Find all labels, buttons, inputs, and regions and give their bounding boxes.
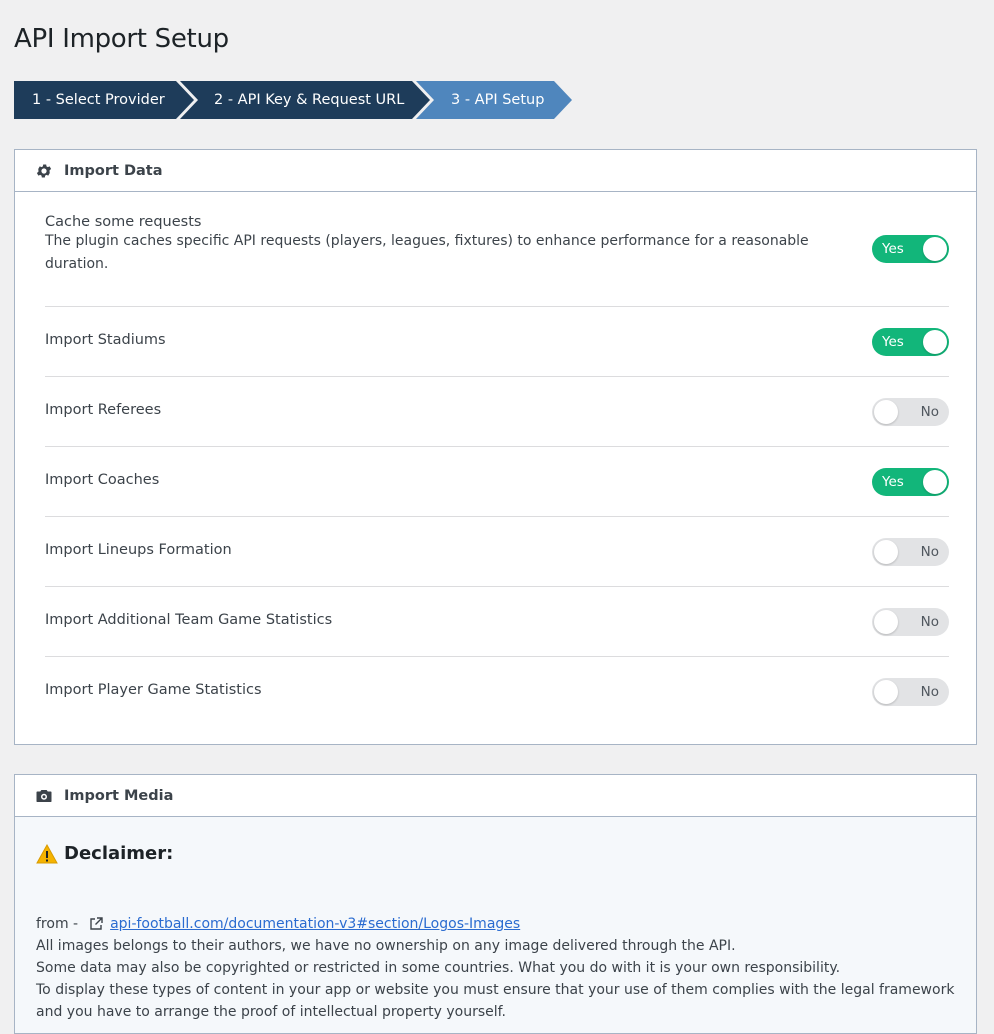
setting-row-cache: Cache some requests The plugin caches sp… xyxy=(45,192,949,307)
toggle-knob xyxy=(874,540,898,564)
disclaimer-line-3: To display these types of content in you… xyxy=(36,982,955,998)
setting-description: The plugin caches specific API requests … xyxy=(45,233,809,272)
toggle-value: Yes xyxy=(882,334,904,350)
toggle-value: No xyxy=(920,614,939,630)
wizard-step-api-setup[interactable]: 3 - API Setup xyxy=(451,81,544,119)
toggle-knob xyxy=(874,610,898,634)
external-link-icon xyxy=(88,916,104,932)
wizard-step-select-provider[interactable]: 1 - Select Provider xyxy=(32,81,165,119)
toggle-import-team-stats[interactable]: No xyxy=(872,608,949,636)
toggle-import-coaches[interactable]: Yes xyxy=(872,468,949,496)
toggle-knob xyxy=(874,680,898,704)
disclaimer-heading: Declaimer: xyxy=(36,843,173,864)
setting-label: Import Player Game Statistics xyxy=(45,682,262,698)
disclaimer-title: Declaimer: xyxy=(64,843,174,864)
setting-label: Import Referees xyxy=(45,402,162,418)
warning-icon xyxy=(36,843,58,864)
setting-label: Cache some requests xyxy=(45,214,202,230)
toggle-knob xyxy=(923,470,947,494)
toggle-value: No xyxy=(920,404,939,420)
toggle-import-lineups[interactable]: No xyxy=(872,538,949,566)
toggle-import-player-stats[interactable]: No xyxy=(872,678,949,706)
setting-row-coaches: Import Coaches Yes xyxy=(45,447,949,517)
page-title: API Import Setup xyxy=(14,24,229,54)
toggle-value: No xyxy=(920,684,939,700)
toggle-value: No xyxy=(920,544,939,560)
toggle-value: Yes xyxy=(882,241,904,257)
disclaimer-line-4: and you have to arrange the proof of int… xyxy=(36,1004,506,1020)
setting-row-stadiums: Import Stadiums Yes xyxy=(45,307,949,377)
toggle-knob xyxy=(923,237,947,261)
gear-icon xyxy=(35,162,53,180)
disclaimer-line-1: All images belongs to their authors, we … xyxy=(36,938,736,954)
toggle-knob xyxy=(923,330,947,354)
import-media-title: Import Media xyxy=(64,787,174,804)
from-label: from - xyxy=(36,916,79,932)
toggle-import-stadiums[interactable]: Yes xyxy=(872,328,949,356)
setting-row-lineups: Import Lineups Formation No xyxy=(45,517,949,587)
wizard-step-api-key[interactable]: 2 - API Key & Request URL xyxy=(214,81,404,119)
disclaimer-line-2: Some data may also be copyrighted or res… xyxy=(36,960,841,976)
disclaimer-box: Declaimer: from - api-football.com/docum… xyxy=(15,817,976,1033)
source-line: from - api-football.com/documentation-v3… xyxy=(36,913,520,935)
toggle-value: Yes xyxy=(882,474,904,490)
documentation-link[interactable]: api-football.com/documentation-v3#sectio… xyxy=(110,913,520,935)
setting-row-team-stats: Import Additional Team Game Statistics N… xyxy=(45,587,949,657)
setting-label: Import Coaches xyxy=(45,472,160,488)
toggle-cache-requests[interactable]: Yes xyxy=(872,235,949,263)
setting-label: Import Lineups Formation xyxy=(45,542,232,558)
import-data-panel: Import Data Cache some requests The plug… xyxy=(14,149,977,745)
toggle-knob xyxy=(874,400,898,424)
toggle-import-referees[interactable]: No xyxy=(872,398,949,426)
import-media-panel: Import Media Declaimer: from - api-footb xyxy=(14,774,977,1034)
camera-icon xyxy=(35,787,53,805)
import-data-title: Import Data xyxy=(64,162,163,179)
setting-label: Import Additional Team Game Statistics xyxy=(45,612,333,628)
wizard-steps: 1 - Select Provider 2 - API Key & Reques… xyxy=(14,81,584,119)
setting-row-player-stats: Import Player Game Statistics No xyxy=(45,657,949,727)
setting-row-referees: Import Referees No xyxy=(45,377,949,447)
import-media-header: Import Media xyxy=(15,775,976,817)
setting-label: Import Stadiums xyxy=(45,332,166,348)
import-data-header: Import Data xyxy=(15,150,976,192)
